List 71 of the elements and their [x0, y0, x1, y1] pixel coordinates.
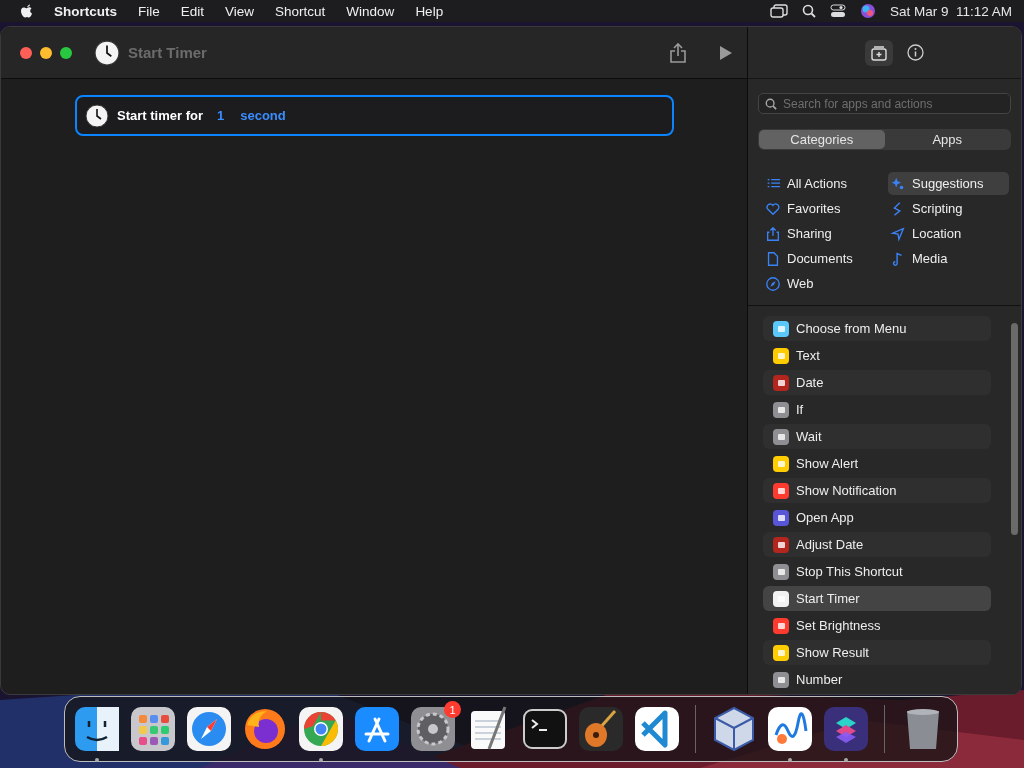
search-icon	[765, 97, 777, 110]
letter-a-icon[interactable]	[353, 705, 401, 753]
location-arrow-icon	[890, 225, 906, 242]
orb-icon[interactable]	[859, 3, 876, 19]
menu-item[interactable]: Edit	[180, 3, 205, 19]
share-icon[interactable]	[669, 41, 687, 64]
clock-icon	[94, 39, 120, 66]
menu-item[interactable]: Help	[415, 3, 444, 19]
app-menu[interactable]: Shortcuts	[54, 3, 117, 19]
duration-value[interactable]: 1	[216, 108, 225, 123]
action-label: Start timer for	[117, 108, 203, 123]
grid-icon[interactable]	[129, 705, 177, 753]
action-item[interactable]: Start Timer	[763, 586, 991, 611]
action-item[interactable]: Date	[763, 370, 991, 395]
close-button[interactable]	[20, 46, 32, 59]
menu-item[interactable]: File	[138, 3, 160, 19]
toggles-icon[interactable]	[829, 4, 846, 18]
compass-icon[interactable]	[185, 705, 233, 753]
clock-icon	[85, 103, 109, 128]
category-item[interactable]: Location	[888, 222, 1009, 245]
action-card[interactable]: Start timer for 1 second	[75, 95, 674, 136]
action-item[interactable]: Adjust Date	[763, 532, 991, 557]
search-field[interactable]: Search for apps and actions	[758, 93, 1011, 114]
action-item[interactable]: Choose from Menu	[763, 316, 991, 341]
layered-shapes-icon[interactable]	[822, 705, 870, 753]
minimize-button[interactable]	[40, 46, 52, 59]
category-item[interactable]: Web	[763, 272, 888, 295]
action-item[interactable]: Number	[763, 667, 991, 692]
document-icon	[765, 250, 781, 267]
category-item[interactable]: Media	[888, 247, 1009, 270]
plus-tray-icon	[870, 43, 888, 62]
menu-item[interactable]: View	[225, 3, 255, 19]
smiling-face-icon[interactable]	[73, 705, 121, 753]
apple-logo-icon[interactable]	[20, 3, 34, 19]
category-item[interactable]: Scripting	[888, 197, 1009, 220]
compass-icon	[765, 275, 781, 292]
code-ribbon-icon[interactable]	[633, 705, 681, 753]
duration-unit[interactable]: second	[240, 108, 286, 123]
action-item[interactable]: Text	[763, 343, 991, 368]
category-item[interactable]: Favorites	[763, 197, 888, 220]
action-item[interactable]: Show Alert	[763, 451, 991, 476]
category-item[interactable]: All Actions	[763, 172, 888, 195]
segment-tab[interactable]: Apps	[884, 130, 1010, 149]
windows-icon[interactable]	[769, 4, 788, 18]
category-item[interactable]: Sharing	[763, 222, 888, 245]
search-icon[interactable]	[801, 4, 816, 18]
play-icon[interactable]	[719, 44, 733, 61]
menu-item[interactable]: Shortcut	[275, 3, 326, 19]
guitar-icon[interactable]	[577, 705, 625, 753]
menu-bar-clock[interactable]: Sat Mar 9 11:12 AM	[889, 3, 1012, 19]
action-item[interactable]: Show Notification	[763, 478, 991, 503]
action-item[interactable]: Set Brightness	[763, 613, 991, 638]
menu-item[interactable]: Window	[346, 3, 395, 19]
gear-icon[interactable]	[409, 705, 457, 753]
window-title: Start Timer	[128, 44, 207, 61]
category-item[interactable]: Documents	[763, 247, 888, 270]
segment-tab[interactable]: Categories	[759, 130, 885, 149]
action-item[interactable]: Show Result	[763, 640, 991, 665]
share-icon	[765, 225, 781, 242]
zoom-button[interactable]	[60, 46, 72, 59]
action-item[interactable]: Wait	[763, 424, 991, 449]
scribble-board-icon[interactable]	[766, 705, 814, 753]
notification-badge: 1	[444, 701, 461, 718]
scrollbar-thumb[interactable]	[1011, 323, 1018, 535]
add-action-button[interactable]	[865, 39, 893, 66]
category-item[interactable]: Suggestions	[888, 172, 1009, 195]
action-item[interactable]: If	[763, 397, 991, 422]
action-item[interactable]: Open App	[763, 505, 991, 530]
heart-icon	[765, 200, 781, 217]
info-icon[interactable]	[907, 44, 924, 61]
action-item[interactable]: Stop This Shortcut	[763, 559, 991, 584]
